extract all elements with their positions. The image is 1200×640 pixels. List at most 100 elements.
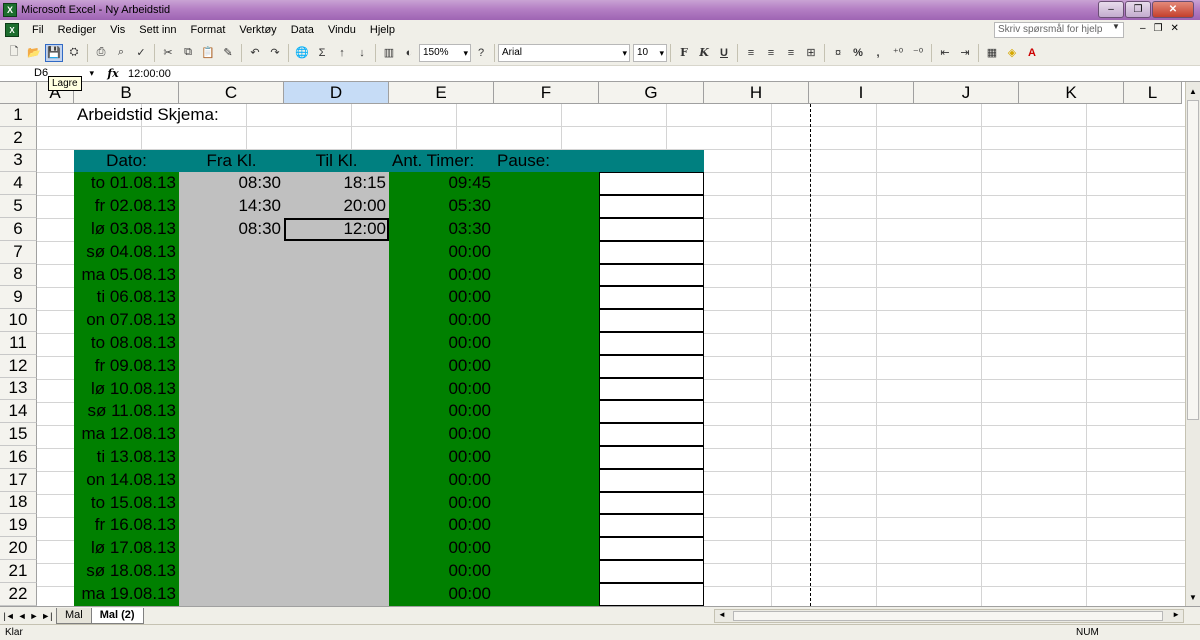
pause-cell[interactable] bbox=[494, 537, 599, 560]
row-header-11[interactable]: 11 bbox=[0, 332, 37, 355]
hours-cell[interactable]: 00:00 bbox=[389, 560, 494, 583]
date-cell[interactable]: fr 16.08.13 bbox=[74, 514, 179, 538]
copy-icon[interactable]: ⧉ bbox=[179, 44, 197, 62]
hours-cell[interactable]: 00:00 bbox=[389, 332, 494, 355]
to-time-cell[interactable] bbox=[284, 491, 389, 515]
blank-cell[interactable] bbox=[599, 354, 704, 378]
row-header-4[interactable]: 4 bbox=[0, 172, 37, 196]
pause-cell[interactable] bbox=[494, 354, 599, 378]
align-center-icon[interactable]: ≡ bbox=[762, 44, 780, 62]
doc-close-button[interactable]: ✕ bbox=[1171, 23, 1179, 34]
blank-cell[interactable] bbox=[599, 377, 704, 401]
date-cell[interactable]: sø 18.08.13 bbox=[74, 560, 179, 583]
row-header-21[interactable]: 21 bbox=[0, 560, 37, 583]
from-time-cell[interactable] bbox=[179, 423, 284, 446]
to-time-cell[interactable] bbox=[284, 286, 389, 310]
row-header-14[interactable]: 14 bbox=[0, 400, 37, 424]
blank-cell[interactable] bbox=[599, 514, 704, 538]
from-time-cell[interactable] bbox=[179, 286, 284, 310]
column-header-g[interactable]: G bbox=[599, 82, 704, 104]
pause-cell[interactable] bbox=[494, 446, 599, 469]
from-time-cell[interactable]: 08:30 bbox=[179, 172, 284, 196]
horizontal-scroll-thumb[interactable] bbox=[733, 611, 1163, 621]
column-header-b[interactable]: B bbox=[74, 82, 179, 104]
row-header-15[interactable]: 15 bbox=[0, 423, 37, 446]
pause-cell[interactable] bbox=[494, 468, 599, 492]
hours-cell[interactable]: 00:00 bbox=[389, 423, 494, 446]
font-color-icon[interactable]: A bbox=[1023, 44, 1041, 62]
pause-cell[interactable] bbox=[494, 514, 599, 538]
menu-vis[interactable]: Vis bbox=[103, 24, 132, 36]
sheet-tab-mal[interactable]: Mal bbox=[56, 607, 92, 624]
column-header-h[interactable]: H bbox=[704, 82, 809, 104]
last-sheet-icon[interactable]: ►| bbox=[41, 611, 52, 621]
date-cell[interactable]: ti 13.08.13 bbox=[74, 446, 179, 469]
to-time-cell[interactable] bbox=[284, 354, 389, 378]
zoom-select[interactable]: 150% bbox=[419, 43, 471, 62]
font-name-select[interactable]: Arial bbox=[498, 43, 630, 62]
hours-cell[interactable]: 00:00 bbox=[389, 354, 494, 378]
to-time-cell[interactable] bbox=[284, 332, 389, 355]
pause-cell[interactable] bbox=[494, 423, 599, 446]
menu-vindu[interactable]: Vindu bbox=[321, 24, 363, 36]
hours-cell[interactable]: 00:00 bbox=[389, 491, 494, 515]
blank-cell[interactable] bbox=[599, 172, 704, 196]
header-cell-blank[interactable] bbox=[599, 149, 704, 173]
increase-decimal-icon[interactable]: ⁺⁰ bbox=[889, 44, 907, 62]
hours-cell[interactable]: 00:00 bbox=[389, 286, 494, 310]
print-preview-icon[interactable]: ⌕ bbox=[112, 44, 130, 62]
to-time-cell[interactable]: 20:00 bbox=[284, 195, 389, 218]
row-header-13[interactable]: 13 bbox=[0, 377, 37, 401]
redo-icon[interactable]: ↷ bbox=[266, 44, 284, 62]
to-time-cell[interactable] bbox=[284, 468, 389, 492]
fill-color-icon[interactable]: ◈ bbox=[1003, 44, 1021, 62]
row-header-1[interactable]: 1 bbox=[0, 104, 37, 127]
cell-area[interactable]: Arbeidstid Skjema: Dato: Fra Kl. Til Kl. Ant… bbox=[37, 104, 1185, 606]
drawing-icon[interactable]: ◐ bbox=[400, 44, 418, 62]
prev-sheet-icon[interactable]: ◄ bbox=[18, 611, 27, 621]
to-time-cell[interactable] bbox=[284, 423, 389, 446]
blank-cell[interactable] bbox=[599, 309, 704, 332]
vertical-scrollbar[interactable]: ▲ ▼ bbox=[1185, 82, 1200, 606]
chart-wizard-icon[interactable]: ▥ bbox=[380, 44, 398, 62]
to-time-cell[interactable]: 18:15 bbox=[284, 172, 389, 196]
from-time-cell[interactable] bbox=[179, 514, 284, 538]
blank-cell[interactable] bbox=[599, 195, 704, 218]
hours-cell[interactable]: 09:45 bbox=[389, 172, 494, 196]
cut-icon[interactable]: ✂ bbox=[159, 44, 177, 62]
column-header-i[interactable]: I bbox=[809, 82, 914, 104]
doc-minimize-button[interactable]: – bbox=[1140, 23, 1146, 34]
date-cell[interactable]: on 14.08.13 bbox=[74, 468, 179, 492]
date-cell[interactable]: lø 10.08.13 bbox=[74, 377, 179, 401]
blank-cell[interactable] bbox=[599, 446, 704, 469]
print-icon[interactable]: ⎙ bbox=[92, 44, 110, 62]
row-header-6[interactable]: 6 bbox=[0, 218, 37, 241]
pause-cell[interactable] bbox=[494, 491, 599, 515]
first-sheet-icon[interactable]: |◄ bbox=[3, 611, 14, 621]
row-header-16[interactable]: 16 bbox=[0, 446, 37, 469]
sort-descending-icon[interactable]: ↓ bbox=[353, 44, 371, 62]
blank-cell[interactable] bbox=[599, 582, 704, 606]
date-cell[interactable]: ma 12.08.13 bbox=[74, 423, 179, 446]
row-header-12[interactable]: 12 bbox=[0, 354, 37, 378]
to-time-cell[interactable] bbox=[284, 514, 389, 538]
date-cell[interactable]: to 08.08.13 bbox=[74, 332, 179, 355]
spelling-icon[interactable]: ✓ bbox=[132, 44, 150, 62]
scroll-up-icon[interactable]: ▲ bbox=[1187, 83, 1199, 99]
date-cell[interactable]: sø 11.08.13 bbox=[74, 400, 179, 424]
currency-icon[interactable]: ¤ bbox=[829, 44, 847, 62]
menu-hjelp[interactable]: Hjelp bbox=[363, 24, 402, 36]
menu-fil[interactable]: Fil bbox=[25, 24, 51, 36]
italic-button[interactable]: K bbox=[695, 44, 713, 62]
close-button[interactable]: ✕ bbox=[1152, 1, 1194, 18]
menu-data[interactable]: Data bbox=[284, 24, 321, 36]
hours-cell[interactable]: 00:00 bbox=[389, 240, 494, 264]
bold-button[interactable]: F bbox=[675, 44, 693, 62]
save-icon[interactable]: 💾 bbox=[45, 43, 63, 62]
help-search-input[interactable]: Skriv spørsmål for hjelp bbox=[994, 22, 1124, 38]
from-time-cell[interactable] bbox=[179, 400, 284, 424]
hours-cell[interactable]: 00:00 bbox=[389, 582, 494, 606]
align-right-icon[interactable]: ≡ bbox=[782, 44, 800, 62]
pause-cell[interactable] bbox=[494, 263, 599, 287]
pause-cell[interactable] bbox=[494, 377, 599, 401]
